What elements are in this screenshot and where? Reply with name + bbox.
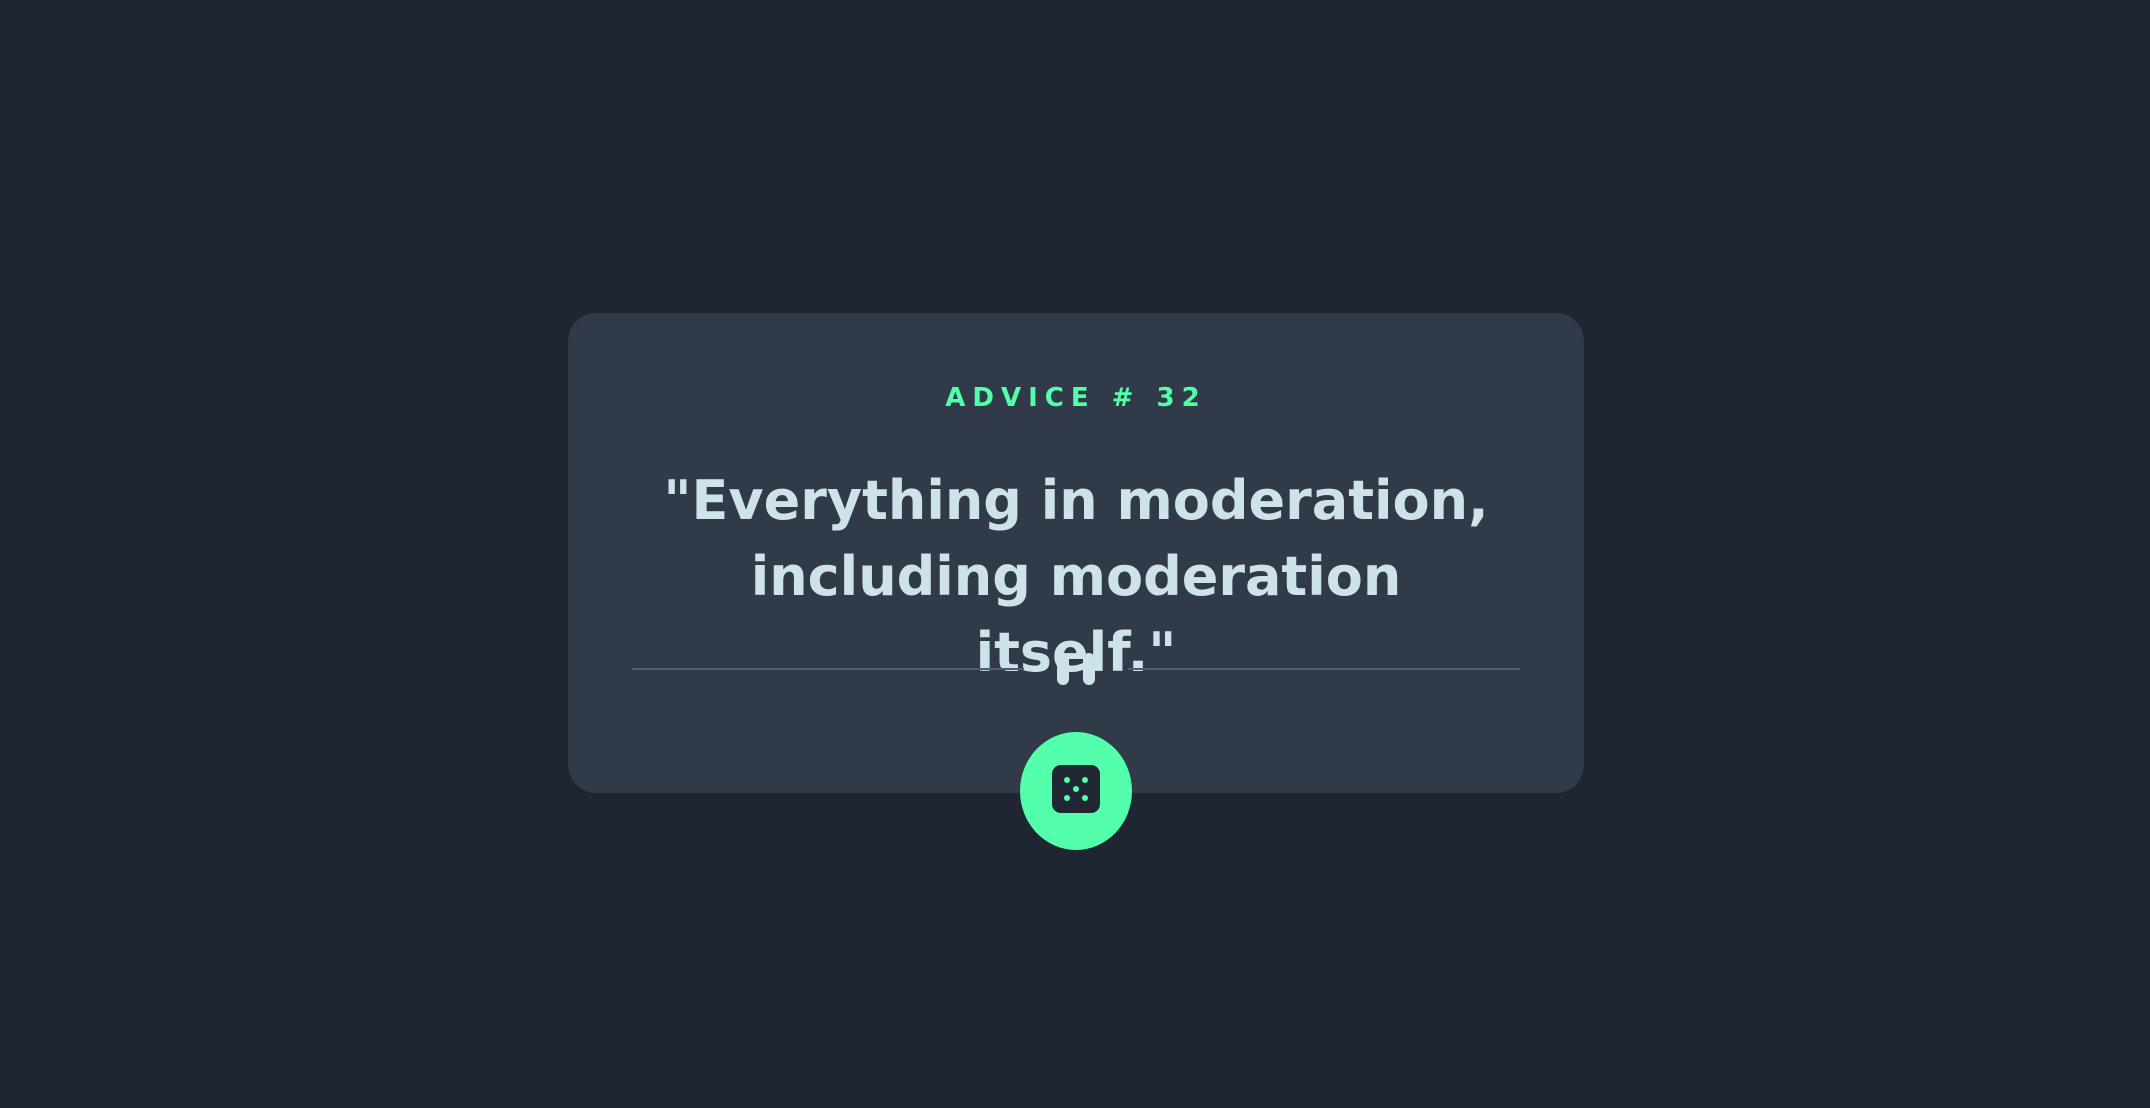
divider-line-right — [1128, 668, 1520, 670]
pause-bar-left — [1057, 653, 1069, 685]
divider — [632, 649, 1520, 689]
new-advice-button[interactable] — [1020, 732, 1132, 850]
divider-line-left — [632, 668, 1024, 670]
advice-card: ADVICE # 32 "Everything in moderation, i… — [568, 313, 1584, 793]
pause-bar-right — [1083, 653, 1095, 685]
pause-icon — [1055, 653, 1097, 685]
advice-number: ADVICE # 32 — [945, 383, 1207, 413]
dice-icon — [1052, 765, 1100, 813]
page: ADVICE # 32 "Everything in moderation, i… — [0, 0, 2150, 1108]
